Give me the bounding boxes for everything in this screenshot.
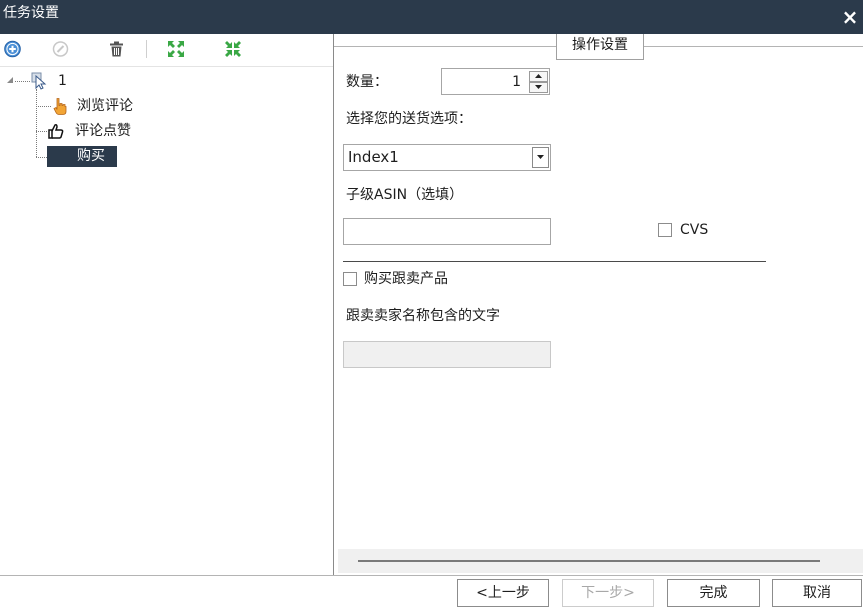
close-button[interactable]: ×: [840, 5, 860, 29]
add-icon[interactable]: [4, 40, 21, 58]
tree-connector: [36, 89, 37, 157]
cvs-label: CVS: [680, 222, 709, 238]
quantity-increment-button[interactable]: [529, 71, 548, 82]
expand-icon[interactable]: [167, 40, 185, 58]
group-title: 操作设置: [556, 34, 644, 60]
hand-pointer-icon: [53, 98, 67, 115]
quantity-decrement-button[interactable]: [529, 82, 548, 93]
next-button[interactable]: 下一步>: [562, 579, 654, 607]
child-asin-label: 子级ASIN（选填）: [346, 187, 464, 203]
finish-button[interactable]: 完成: [667, 579, 760, 607]
cancel-button[interactable]: 取消: [772, 579, 862, 607]
scrollbar-thumb[interactable]: [358, 560, 820, 562]
tree-node-label: 浏览评论: [77, 98, 133, 114]
seller-name-label: 跟卖卖家名称包含的文字: [346, 308, 500, 324]
chevron-up-icon: [535, 74, 542, 78]
collapse-icon[interactable]: [224, 40, 242, 58]
tree-connector: [36, 106, 51, 107]
title-bar: [0, 0, 863, 34]
child-asin-input[interactable]: [343, 218, 551, 245]
seller-name-input: [343, 341, 551, 368]
divider: [343, 261, 766, 262]
disabled-icon[interactable]: [52, 40, 69, 58]
chevron-down-icon: [535, 85, 542, 89]
shipping-dropdown-button[interactable]: [532, 147, 549, 168]
thumbs-up-icon: [48, 124, 64, 139]
tree-node-label: 1: [58, 73, 67, 89]
buy-follow-label: 购买跟卖产品: [364, 271, 448, 287]
cvs-checkbox[interactable]: [658, 223, 672, 237]
tree-connector: [15, 81, 30, 82]
tree-node-label: 购买: [77, 148, 105, 164]
expander-icon[interactable]: [6, 76, 14, 84]
tree-connector: [36, 131, 47, 132]
toolbar-separator: [146, 40, 147, 58]
trash-icon[interactable]: [108, 40, 125, 58]
cursor-icon: [31, 72, 47, 90]
tree-connector: [36, 157, 47, 158]
window-title: 任务设置: [3, 5, 59, 21]
task-tree-panel: [0, 34, 334, 575]
prev-button[interactable]: <上一步: [457, 579, 549, 607]
shipping-label: 选择您的送货选项：: [346, 111, 472, 127]
chevron-down-icon: [537, 155, 544, 159]
buy-follow-checkbox[interactable]: [343, 272, 357, 286]
quantity-label: 数量：: [346, 74, 388, 90]
tree-node-label: 评论点赞: [75, 123, 131, 139]
shipping-select-value: Index1: [348, 148, 399, 166]
